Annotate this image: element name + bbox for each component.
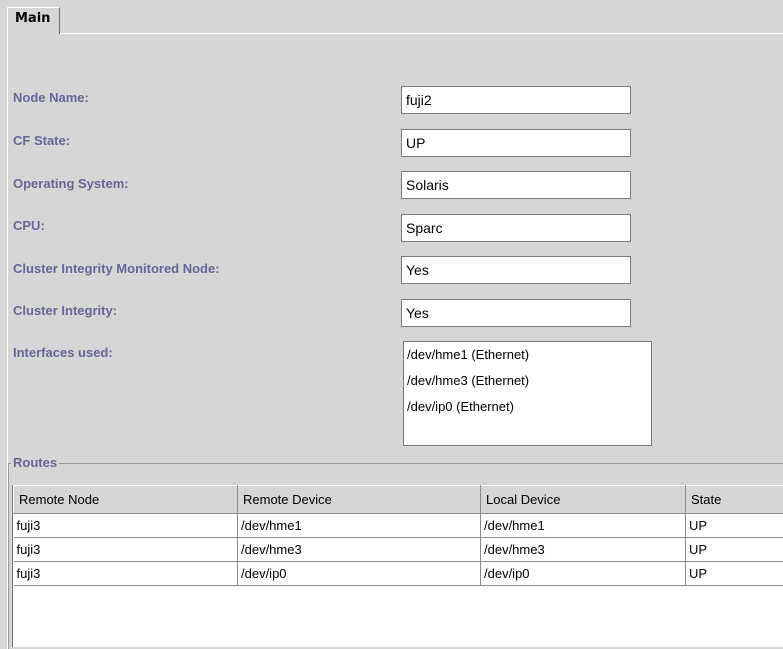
cluster-integrity-monitored-node-field[interactable]: Yes [401,256,631,284]
tab-main[interactable]: Main [7,7,60,34]
column-header-remote-device[interactable]: Remote Device [237,485,481,514]
cpu-label: CPU: [13,218,45,233]
interface-item[interactable]: /dev/hme3 (Ethernet) [407,373,651,399]
column-header-remote-node[interactable]: Remote Node [13,485,238,514]
cluster-integrity-monitored-node-label: Cluster Integrity Monitored Node: [13,261,220,276]
cell-state: UP [685,537,783,562]
cell-remote-node: fuji3 [13,561,238,586]
interface-item[interactable]: /dev/hme1 (Ethernet) [407,347,651,373]
cf-state-label: CF State: [13,133,71,148]
table-header-row: Remote Node Remote Device Local Device S… [13,485,783,514]
cell-remote-device: /dev/hme3 [237,537,481,562]
table-row[interactable]: fuji3 /dev/hme3 /dev/hme3 UP [13,537,783,562]
cell-state: UP [685,513,783,538]
cell-local-device: /dev/hme3 [480,537,686,562]
cell-remote-device: /dev/hme1 [237,513,481,538]
operating-system-label: Operating System: [13,176,129,191]
routes-table: Remote Node Remote Device Local Device S… [12,485,783,647]
table-row[interactable]: fuji3 /dev/ip0 /dev/ip0 UP [13,561,783,586]
column-header-state[interactable]: State [685,485,783,514]
cell-remote-node: fuji3 [13,513,238,538]
cell-remote-device: /dev/ip0 [237,561,481,586]
column-header-local-device[interactable]: Local Device [480,485,686,514]
node-name-field[interactable]: fuji2 [401,86,631,114]
operating-system-field[interactable]: Solaris [401,171,631,199]
cell-local-device: /dev/hme1 [480,513,686,538]
routes-title: Routes [11,455,60,470]
cell-state: UP [685,561,783,586]
cell-local-device: /dev/ip0 [480,561,686,586]
table-row[interactable]: fuji3 /dev/hme1 /dev/hme1 UP [13,513,783,538]
interfaces-used-label: Interfaces used: [13,345,113,360]
interfaces-list[interactable]: /dev/hme1 (Ethernet) /dev/hme3 (Ethernet… [403,341,652,446]
tab-bar: Main [0,0,783,34]
cluster-integrity-field[interactable]: Yes [401,299,631,327]
cpu-field[interactable]: Sparc [401,214,631,242]
cluster-integrity-label: Cluster Integrity: [13,303,118,318]
interface-item[interactable]: /dev/ip0 (Ethernet) [407,399,651,425]
node-name-label: Node Name: [13,90,89,105]
cf-state-field[interactable]: UP [401,129,631,157]
cell-remote-node: fuji3 [13,537,238,562]
